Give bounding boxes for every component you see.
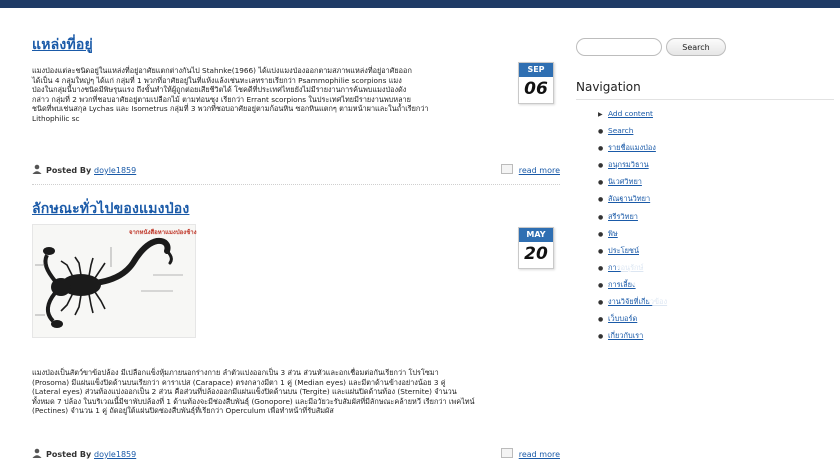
- top-bar: [0, 0, 840, 8]
- nav-item-benefits[interactable]: ● ประโยชน์: [598, 243, 667, 260]
- scorpion-diagram-image: จากหนังสือหาแมงป่องช้าง: [32, 224, 197, 338]
- bullet-icon: ●: [598, 230, 604, 238]
- post-body-line: แมงป่องแต่ละชนิดอยู่ในแหล่งที่อยู่อาศัยแ…: [32, 66, 412, 75]
- post-body-line: (Pectines) จำนวน 1 คู่ ถัดอยู่ใต้แผ่นปิด…: [32, 406, 334, 416]
- post-body-line: ชนิดที่พบเช่นสกุล Lychas และ Isometrus ก…: [32, 104, 429, 114]
- document-icon: [500, 164, 513, 174]
- post-meta: Posted By doyle1859: [32, 448, 136, 459]
- post-separator: [32, 184, 560, 185]
- post-body-line: (Lateral eyes) ส่วนท้องแบ่งออกเป็น 2 ส่ว…: [32, 387, 457, 397]
- nav-item-about[interactable]: ● เกี่ยวกับเรา: [598, 328, 667, 345]
- post-body-line: กล่าว กลุ่มที่ 2 พวกที่ชอบอาศัยอยู่ตามเป…: [32, 94, 411, 104]
- nav-item-venom[interactable]: ● พิษ: [598, 226, 667, 243]
- date-badge: SEP 06: [518, 62, 554, 104]
- navigation-divider: [576, 99, 834, 100]
- read-more-link[interactable]: read more: [500, 164, 560, 175]
- read-more-label[interactable]: read more: [519, 166, 560, 175]
- bullet-icon: ●: [598, 264, 604, 272]
- nav-item-webboard[interactable]: ● เว็บบอร์ด: [598, 311, 667, 328]
- nav-link[interactable]: Add content: [608, 109, 653, 118]
- bullet-icon: ●: [598, 162, 604, 170]
- scorpion-icon: [33, 225, 195, 337]
- user-icon: [32, 164, 42, 174]
- nav-item-search[interactable]: ● Search: [598, 123, 667, 140]
- nav-item-rearing[interactable]: ● การเลี้ยง: [598, 277, 667, 294]
- post-body-line: แมงป่องเป็นสัตว์ขาข้อปล้อง มีเปลือกแข็งห…: [32, 368, 439, 377]
- author-link[interactable]: doyle1859: [94, 450, 136, 459]
- post-title-habitat[interactable]: แหล่งที่อยู่: [32, 34, 93, 56]
- nav-link[interactable]: พิษ: [608, 229, 618, 238]
- nav-item-morphology[interactable]: ● สัณฐานวิทยา: [598, 191, 667, 208]
- search-input[interactable]: [576, 38, 662, 56]
- image-caption: จากหนังสือหาแมงป่องช้าง: [129, 229, 197, 236]
- nav-link[interactable]: อนุกรมวิธาน: [608, 160, 649, 169]
- navigation-title: Navigation: [576, 80, 641, 94]
- nav-link[interactable]: การอนุรักษ์: [608, 263, 643, 272]
- date-month: SEP: [519, 63, 553, 77]
- bullet-icon: ●: [598, 179, 604, 187]
- read-more-link[interactable]: read more: [500, 448, 560, 459]
- nav-item-conservation[interactable]: ● การอนุรักษ์: [598, 260, 667, 277]
- nav-item-physiology[interactable]: ● สรีรวิทยา: [598, 209, 667, 226]
- search-button[interactable]: Search: [666, 38, 726, 56]
- nav-link[interactable]: ประโยชน์: [608, 246, 639, 255]
- navigation-menu: ▶ Add content ● Search ● รายชื่อแมงป่อง ● อน…: [598, 106, 667, 345]
- post-body-line: ทั้งหมด 7 ปล้อง ในบริเวณนี้มีขาพับปล้องท…: [32, 396, 475, 406]
- nav-link[interactable]: สัณฐานวิทยา: [608, 194, 650, 203]
- post-body-line: ป่องในกลุ่มนี้บางชนิดมีพิษรุนแรง ถึงขั้น…: [32, 85, 407, 95]
- nav-link[interactable]: เกี่ยวกับเรา: [608, 331, 643, 340]
- nav-item-add-content[interactable]: ▶ Add content: [598, 106, 667, 123]
- post-body-line: (Prosoma) มีแผ่นแข็งปิดด้านบนเรียกว่า คา…: [32, 377, 446, 387]
- post-title-general[interactable]: ลักษณะทั่วไปของแมงป่อง: [32, 198, 189, 220]
- nav-item-research[interactable]: ● งานวิจัยที่เกี่ยวข้อง: [598, 294, 667, 311]
- user-icon: [32, 448, 42, 458]
- document-icon: [500, 448, 513, 458]
- bullet-icon: ●: [598, 196, 604, 204]
- date-month: MAY: [519, 228, 553, 242]
- nav-link[interactable]: รายชื่อแมงป่อง: [608, 143, 656, 152]
- nav-link[interactable]: เว็บบอร์ด: [608, 314, 637, 323]
- nav-link[interactable]: นิเวศวิทยา: [608, 177, 642, 186]
- bullet-icon: ●: [598, 333, 604, 341]
- read-more-label[interactable]: read more: [519, 450, 560, 459]
- nav-item-ecology[interactable]: ● นิเวศวิทยา: [598, 174, 667, 191]
- nav-link[interactable]: สรีรวิทยา: [608, 212, 638, 221]
- date-day: 06: [524, 79, 548, 99]
- post-body-line: Lithophilic sc: [32, 113, 80, 123]
- nav-link[interactable]: งานวิจัยที่เกี่ยวข้อง: [608, 297, 667, 306]
- posted-by-label: Posted By: [46, 450, 92, 459]
- nav-link[interactable]: การเลี้ยง: [608, 280, 636, 289]
- date-badge: MAY 20: [518, 227, 554, 269]
- nav-link[interactable]: Search: [608, 126, 633, 135]
- bullet-icon: ●: [598, 145, 604, 153]
- bullet-icon: ●: [598, 128, 604, 136]
- bullet-icon: ●: [598, 299, 604, 307]
- post-meta: Posted By doyle1859: [32, 164, 136, 175]
- posted-by-label: Posted By: [46, 166, 92, 175]
- date-day: 20: [524, 244, 548, 264]
- post-body: แมงป่องเป็นสัตว์ขาข้อปล้อง มีเปลือกแข็งห…: [32, 368, 560, 416]
- nav-item-taxonomy[interactable]: ● อนุกรมวิธาน: [598, 157, 667, 174]
- post-body-line: ได้เป็น 4 กลุ่มใหญ่ๆ ได้แก่ กลุ่มที่ 1 พ…: [32, 75, 402, 85]
- author-link[interactable]: doyle1859: [94, 166, 136, 175]
- bullet-icon: ●: [598, 316, 604, 324]
- post-body: แมงป่องแต่ละชนิดอยู่ในแหล่งที่อยู่อาศัยแ…: [32, 66, 512, 124]
- arrow-right-icon: ▶: [598, 111, 603, 118]
- bullet-icon: ●: [598, 213, 604, 221]
- bullet-icon: ●: [598, 281, 604, 289]
- nav-item-scorpion-list[interactable]: ● รายชื่อแมงป่อง: [598, 140, 667, 157]
- bullet-icon: ●: [598, 247, 604, 255]
